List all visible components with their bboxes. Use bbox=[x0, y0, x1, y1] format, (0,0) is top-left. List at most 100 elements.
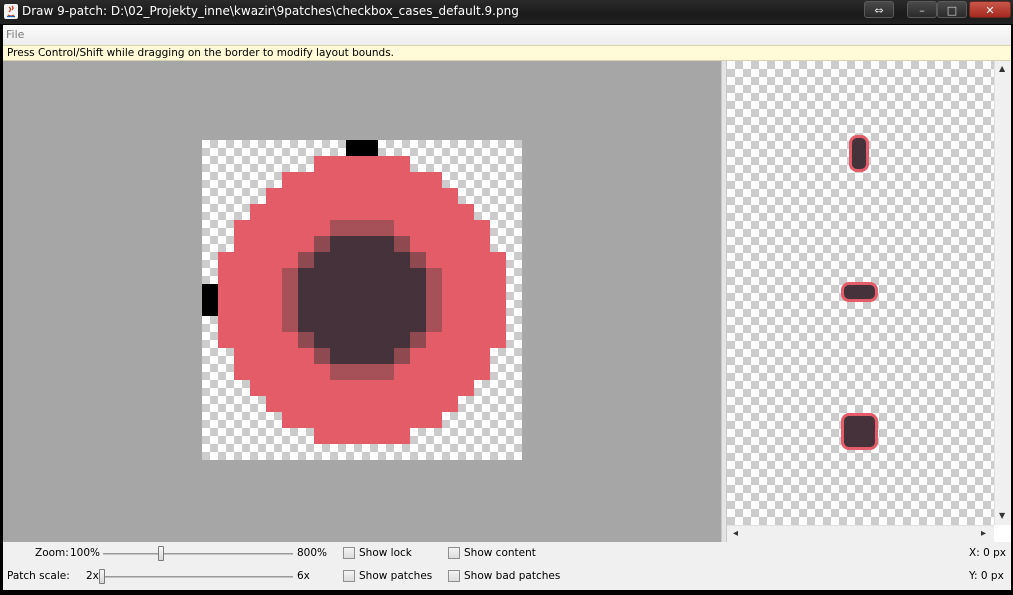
image-pixel bbox=[298, 364, 314, 380]
image-pixel bbox=[442, 220, 458, 236]
patch-scale-slider-thumb[interactable] bbox=[99, 569, 105, 584]
image-pixel bbox=[282, 172, 298, 188]
patch-scale-slider[interactable] bbox=[99, 569, 293, 584]
image-pixel bbox=[378, 284, 394, 300]
scroll-up-icon[interactable]: ▲ bbox=[999, 64, 1005, 73]
image-pixel bbox=[282, 348, 298, 364]
image-pixel bbox=[314, 396, 330, 412]
image-pixel bbox=[266, 284, 282, 300]
image-pixel bbox=[314, 284, 330, 300]
image-pixel bbox=[442, 268, 458, 284]
show-bad-patches-checkbox[interactable]: Show bad patches bbox=[448, 569, 578, 583]
minimize-button[interactable]: – bbox=[907, 1, 937, 18]
show-lock-checkbox-box[interactable] bbox=[343, 547, 355, 559]
image-pixel bbox=[330, 204, 346, 220]
image-pixel bbox=[442, 316, 458, 332]
image-pixel bbox=[314, 316, 330, 332]
image-pixel bbox=[266, 236, 282, 252]
image-pixel bbox=[234, 252, 250, 268]
show-patches-checkbox[interactable]: Show patches bbox=[343, 569, 453, 583]
image-pixel bbox=[490, 252, 506, 268]
image-pixel bbox=[394, 252, 410, 268]
image-pixel bbox=[218, 252, 234, 268]
image-pixel bbox=[442, 284, 458, 300]
image-pixel bbox=[394, 236, 410, 252]
show-patches-checkbox-box[interactable] bbox=[343, 570, 355, 582]
image-pixel bbox=[266, 252, 282, 268]
image-pixel bbox=[330, 236, 346, 252]
image-pixel bbox=[314, 268, 330, 284]
image-pixel bbox=[298, 220, 314, 236]
image-pixel bbox=[330, 316, 346, 332]
image-pixel bbox=[282, 236, 298, 252]
scroll-down-icon[interactable]: ▼ bbox=[999, 511, 1005, 520]
image-pixel bbox=[250, 268, 266, 284]
x-coordinate-readout: X: 0 px bbox=[969, 547, 1006, 559]
image-pixel bbox=[426, 396, 442, 412]
image-pixel bbox=[314, 412, 330, 428]
nine-patch-image[interactable] bbox=[202, 140, 522, 460]
zoom-label: Zoom: bbox=[35, 547, 69, 559]
java-icon[interactable] bbox=[4, 4, 18, 19]
image-pixel bbox=[298, 316, 314, 332]
image-pixel bbox=[426, 316, 442, 332]
image-pixel bbox=[282, 332, 298, 348]
image-pixel bbox=[330, 252, 346, 268]
scroll-right-icon[interactable]: ▸ bbox=[981, 528, 986, 539]
image-pixel bbox=[410, 220, 426, 236]
image-pixel bbox=[410, 364, 426, 380]
menu-file[interactable]: File bbox=[6, 28, 24, 41]
bottom-controls: Zoom: 100% 800% Patch scale: 2x 6x Show … bbox=[3, 542, 1011, 590]
zoom-slider-thumb[interactable] bbox=[158, 546, 164, 561]
image-pixel bbox=[474, 348, 490, 364]
image-pixel bbox=[362, 188, 378, 204]
image-pixel bbox=[298, 348, 314, 364]
image-pixel bbox=[394, 364, 410, 380]
image-pixel bbox=[218, 316, 234, 332]
image-pixel bbox=[282, 220, 298, 236]
preview-horizontal-scrollbar[interactable]: ◂ ▸ bbox=[727, 525, 994, 542]
image-pixel bbox=[458, 268, 474, 284]
close-button[interactable]: ✕ bbox=[969, 1, 1011, 18]
image-pixel bbox=[362, 412, 378, 428]
image-pixel bbox=[410, 252, 426, 268]
image-pixel bbox=[282, 364, 298, 380]
image-pixel bbox=[362, 428, 378, 444]
image-pixel bbox=[298, 284, 314, 300]
show-content-checkbox[interactable]: Show content bbox=[448, 546, 568, 560]
image-pixel bbox=[394, 316, 410, 332]
image-pixel bbox=[282, 204, 298, 220]
image-pixel bbox=[282, 188, 298, 204]
image-pixel bbox=[426, 412, 442, 428]
image-pixel bbox=[346, 204, 362, 220]
preview-vertical-scrollbar[interactable]: ▲ ▼ bbox=[994, 61, 1011, 525]
image-pixel bbox=[426, 348, 442, 364]
image-pixel bbox=[298, 332, 314, 348]
image-pixel bbox=[426, 300, 442, 316]
scroll-left-icon[interactable]: ◂ bbox=[733, 528, 738, 539]
image-pixel bbox=[410, 412, 426, 428]
image-pixel bbox=[234, 268, 250, 284]
image-pixel bbox=[394, 348, 410, 364]
image-pixel bbox=[298, 396, 314, 412]
maximize-button[interactable]: □ bbox=[937, 1, 967, 18]
image-pixel bbox=[266, 204, 282, 220]
image-pixel bbox=[474, 332, 490, 348]
show-content-checkbox-box[interactable] bbox=[448, 547, 460, 559]
image-pixel bbox=[458, 300, 474, 316]
zoom-slider[interactable] bbox=[103, 546, 293, 561]
switch-window-button[interactable]: ⇔ bbox=[864, 1, 894, 18]
image-pixel bbox=[362, 172, 378, 188]
image-pixel bbox=[266, 348, 282, 364]
image-pixel bbox=[346, 348, 362, 364]
image-pixel bbox=[442, 332, 458, 348]
image-pixel bbox=[426, 204, 442, 220]
show-lock-checkbox[interactable]: Show lock bbox=[343, 546, 453, 560]
image-pixel bbox=[394, 204, 410, 220]
image-pixel bbox=[362, 268, 378, 284]
image-pixel bbox=[346, 364, 362, 380]
image-pixel bbox=[474, 364, 490, 380]
patch-editor-canvas[interactable] bbox=[3, 61, 721, 542]
show-bad-patches-checkbox-box[interactable] bbox=[448, 570, 460, 582]
image-pixel bbox=[250, 300, 266, 316]
